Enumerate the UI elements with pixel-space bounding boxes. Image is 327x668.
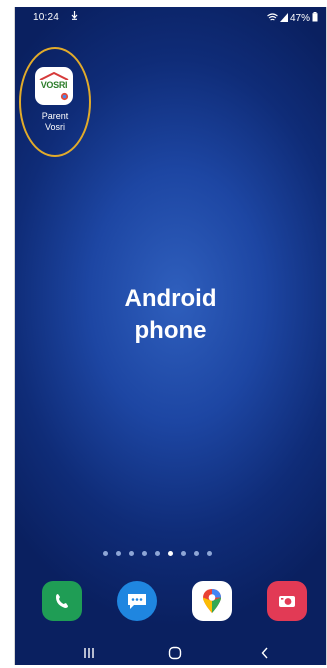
page-dot[interactable] — [142, 551, 147, 556]
messages-icon — [128, 594, 146, 609]
page-dot[interactable] — [116, 551, 121, 556]
status-time: 10:24 — [33, 12, 60, 23]
page-dot[interactable] — [194, 551, 199, 556]
page-dot[interactable] — [181, 551, 186, 556]
page-dot[interactable] — [155, 551, 160, 556]
phone-screen: 10:24 47% VOSRI Parent Vosri Android pho… — [14, 7, 327, 665]
app-label-line1: Parent — [41, 111, 69, 121]
maps-icon — [203, 589, 221, 613]
back-icon — [261, 647, 268, 659]
signal-icon — [279, 12, 288, 25]
camera-icon — [279, 596, 295, 607]
camera-app-icon[interactable] — [267, 581, 307, 621]
page-dot[interactable] — [129, 551, 134, 556]
status-bar: 10:24 47% — [15, 7, 326, 27]
app-label-line2: Vosri — [44, 122, 65, 132]
battery-percent: 47% — [289, 13, 310, 24]
home-icon — [168, 646, 182, 660]
navigation-bar — [15, 641, 326, 665]
phone-app-icon[interactable] — [42, 581, 82, 621]
back-button[interactable] — [253, 645, 277, 661]
wifi-icon — [267, 12, 278, 25]
messages-app-icon[interactable] — [117, 581, 157, 621]
home-button[interactable] — [163, 645, 187, 661]
chrome-ring-icon — [60, 92, 69, 101]
parent-vosri-app-icon[interactable]: VOSRI — [35, 67, 73, 105]
maps-app-icon[interactable] — [192, 581, 232, 621]
recents-button[interactable] — [77, 645, 101, 661]
page-dot[interactable] — [103, 551, 108, 556]
app-label: Parent Vosri — [29, 111, 81, 133]
center-title-line1: Android — [124, 285, 217, 312]
status-icons: 47% — [267, 12, 318, 25]
roof-icon — [39, 72, 69, 80]
recents-icon — [84, 648, 94, 658]
page-dot[interactable] — [207, 551, 212, 556]
center-title-line2: phone — [134, 317, 207, 344]
download-arrow-icon — [71, 11, 78, 23]
center-title: Android phone — [15, 283, 326, 347]
battery-icon — [312, 12, 318, 25]
page-indicator — [103, 551, 212, 556]
page-dot-active[interactable] — [168, 551, 173, 556]
app-logo-text: VOSRI — [40, 80, 68, 90]
dock — [15, 581, 326, 623]
phone-icon — [56, 594, 68, 608]
